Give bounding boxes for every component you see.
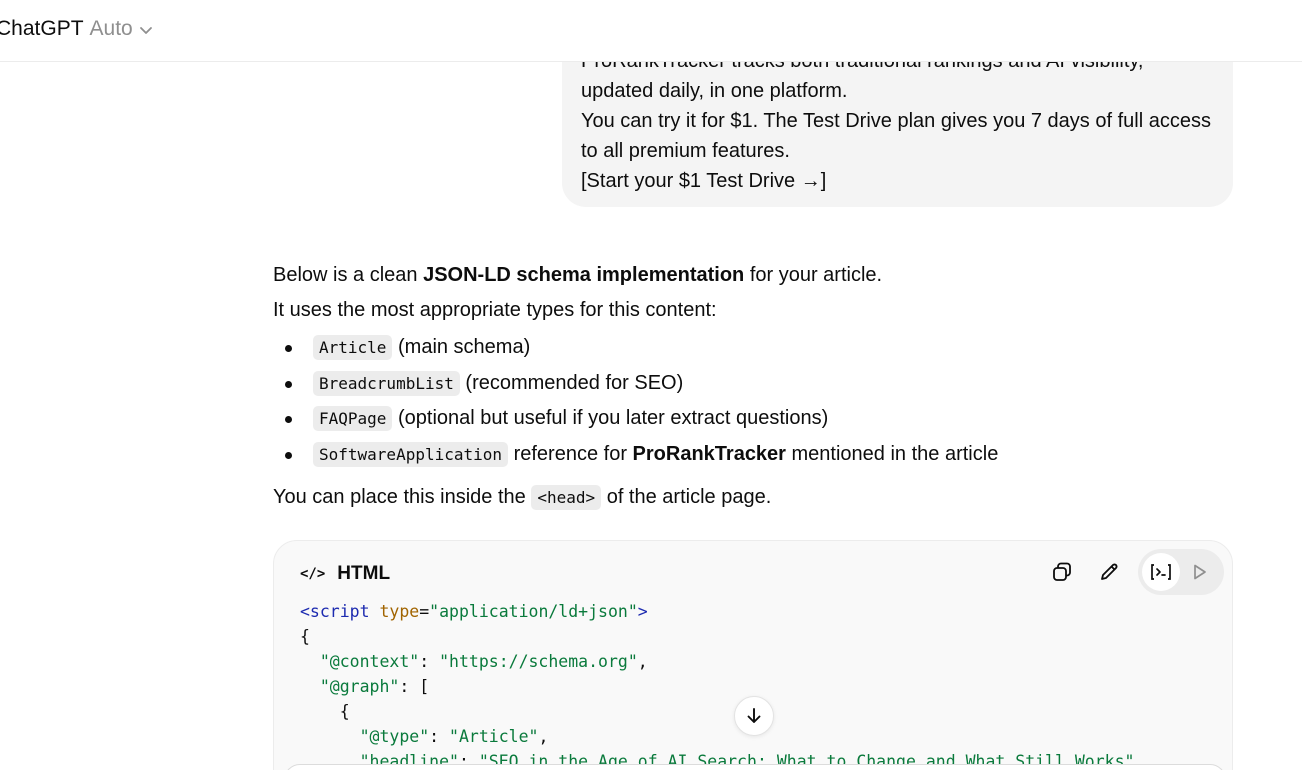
code-token: "application/ld+json"	[429, 602, 638, 621]
code-token: :	[419, 652, 440, 671]
list-item-tail: mentioned in the article	[785, 442, 999, 465]
list-item-text: (main schema)	[392, 336, 531, 358]
model-name: ChatGPT	[0, 17, 84, 40]
inline-code: BreadcrumbList	[313, 370, 460, 396]
code-token: "@type"	[359, 727, 430, 746]
code-icon: </>	[300, 566, 326, 582]
code-token: "@graph"	[319, 677, 400, 696]
list-item-text: reference for	[508, 442, 633, 465]
code-token: type	[379, 602, 420, 621]
list-item: FAQPage (optional but useful if you late…	[273, 401, 1233, 437]
code-token: <script	[300, 602, 370, 621]
placement-paragraph: You can place this inside the <head> of …	[273, 480, 1233, 515]
user-line: You can try it for $1. The Test Drive pl…	[581, 110, 1211, 132]
code-token: "https://schema.org"	[439, 652, 638, 671]
copy-button[interactable]	[1044, 554, 1080, 590]
placement-text-end: of the article page.	[601, 486, 772, 509]
code-language-label: </> HTML	[300, 563, 390, 585]
intro-paragraph: Below is a clean JSON-LD schema implemen…	[273, 258, 1233, 293]
inline-code: FAQPage	[313, 406, 393, 432]
list-item-text: (optional but useful if you later extrac…	[392, 407, 829, 430]
code-token: {	[300, 627, 310, 646]
top-bar: ChatGPT Auto	[0, 0, 1302, 62]
copy-icon	[1053, 562, 1071, 581]
inline-code: <head>	[531, 485, 602, 511]
chevron-down-icon	[139, 27, 152, 34]
code-token: : [	[399, 677, 430, 696]
code-token: ,	[538, 727, 549, 746]
intro-text-end: for your article.	[744, 264, 883, 286]
model-mode: Auto	[89, 17, 133, 40]
schema-type-list: Article (main schema) BreadcrumbList (re…	[273, 330, 1233, 472]
types-paragraph: It uses the most appropriate types for t…	[273, 299, 717, 321]
code-token: "Article"	[449, 727, 539, 746]
code-toolbar	[1044, 549, 1224, 595]
list-item: BreadcrumbList (recommended for SEO)	[273, 366, 1233, 402]
user-line: to all premium features.	[581, 140, 790, 162]
run-button[interactable]	[1180, 553, 1218, 591]
message-composer[interactable]	[284, 764, 1226, 770]
edit-button[interactable]	[1091, 554, 1127, 590]
code-token: :	[429, 727, 450, 746]
user-line: [Start your $1 Test Drive →]	[581, 170, 827, 192]
list-item: Article (main schema)	[273, 330, 1233, 366]
list-item-text: (recommended for SEO)	[459, 371, 684, 394]
view-toggle	[1138, 549, 1224, 595]
code-content: <script type="application/ld+json"> { "@…	[300, 599, 1144, 770]
intro-text: Below is a clean	[273, 264, 424, 286]
code-token: =	[419, 602, 430, 621]
user-line: updated daily, in one platform.	[581, 80, 848, 102]
code-token: >	[637, 602, 648, 621]
arrow-down-icon	[747, 708, 761, 723]
edit-icon	[1101, 563, 1118, 580]
code-token: "@context"	[319, 652, 420, 671]
scroll-to-bottom-button[interactable]	[734, 696, 774, 736]
run-icon	[1194, 564, 1206, 580]
code-token: ,	[637, 652, 648, 671]
code-view-icon	[1151, 564, 1171, 580]
list-item-bold: ProRankTracker	[632, 442, 786, 465]
intro-bold: JSON-LD schema implementation	[423, 264, 745, 286]
inline-code: Article	[313, 335, 393, 360]
list-item: SoftwareApplication reference for ProRan…	[273, 437, 1233, 473]
assistant-message: Below is a clean JSON-LD schema implemen…	[273, 258, 1233, 515]
model-selector[interactable]: ChatGPT Auto	[0, 14, 153, 44]
placement-text: You can place this inside the	[273, 486, 532, 509]
code-language: HTML	[337, 563, 391, 584]
code-view-button[interactable]	[1142, 553, 1180, 591]
chat-page: ChatGPT Auto ProRankTracker tracks both …	[0, 0, 1302, 770]
code-token: {	[339, 702, 350, 721]
inline-code: SoftwareApplication	[313, 441, 509, 467]
